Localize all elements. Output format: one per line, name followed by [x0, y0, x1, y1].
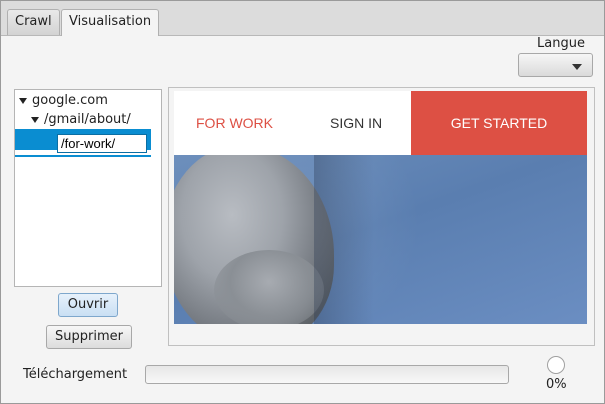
hero-image-shadow	[314, 155, 374, 324]
tab-bar: Crawl Visualisation	[1, 1, 604, 36]
language-select[interactable]	[518, 53, 593, 77]
chevron-down-icon	[572, 64, 582, 70]
download-percent: 0%	[546, 377, 567, 392]
tab-crawl[interactable]: Crawl	[7, 9, 60, 35]
delete-button[interactable]: Supprimer	[46, 325, 132, 349]
web-preview[interactable]: FOR WORK SIGN IN GET STARTED	[168, 87, 595, 346]
selection-highlight	[15, 155, 151, 157]
sign-in-link[interactable]: SIGN IN	[330, 115, 382, 131]
tree-node-label: /gmail/about/	[44, 112, 131, 127]
tree-node-root[interactable]: google.com	[19, 91, 108, 111]
get-started-button[interactable]: GET STARTED	[411, 91, 587, 155]
web-nav-bar: FOR WORK SIGN IN GET STARTED	[174, 91, 587, 155]
download-label: Téléchargement	[23, 367, 128, 382]
site-tree[interactable]: google.com /gmail/about/	[14, 89, 162, 287]
web-page[interactable]: FOR WORK SIGN IN GET STARTED	[174, 91, 587, 324]
progress-indicator-icon	[547, 356, 565, 374]
open-button[interactable]: Ouvrir	[58, 293, 118, 317]
app-window: Crawl Visualisation Langue google.com /g…	[0, 0, 605, 404]
tree-node-child[interactable]: /gmail/about/	[31, 110, 131, 130]
hero-image	[174, 155, 587, 324]
hero-image-cloth	[214, 250, 324, 324]
download-progress-bar	[145, 365, 509, 384]
expand-triangle-icon[interactable]	[31, 116, 39, 123]
tree-node-edit-field[interactable]	[57, 134, 147, 153]
for-work-link[interactable]: FOR WORK	[196, 115, 273, 131]
tree-node-label: google.com	[32, 93, 108, 108]
language-label: Langue	[537, 36, 585, 51]
tab-visualisation[interactable]: Visualisation	[61, 9, 160, 36]
expand-triangle-icon[interactable]	[19, 97, 27, 104]
